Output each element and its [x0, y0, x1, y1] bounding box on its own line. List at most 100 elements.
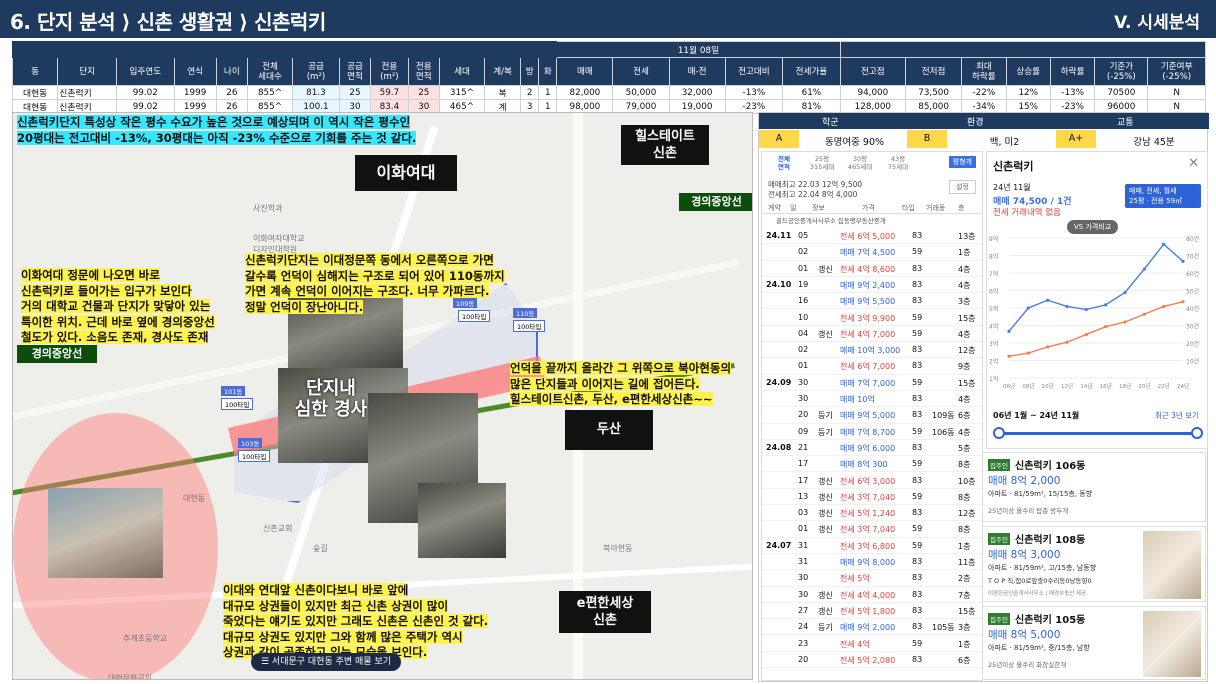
owner-badge: 집주인 — [988, 613, 1010, 625]
building-label: 103동 — [238, 438, 263, 448]
section-title: V. 시세분석 — [1114, 13, 1200, 33]
y-tick-label: 4억 — [989, 323, 998, 331]
list-cell: 6층 — [958, 411, 971, 421]
list-cell: 전세 5억 — [840, 574, 870, 584]
table-cell: -13% — [1049, 85, 1096, 100]
list-cell: 갱신 — [818, 606, 833, 616]
list-item[interactable]: 23 전세 4억 59 1층 — [762, 636, 982, 652]
x-tick-label: 24년 — [1177, 382, 1189, 390]
list-cell: 83 — [912, 573, 923, 583]
list-item[interactable]: 31 매매 9억 8,000 83 11층 — [762, 554, 982, 571]
list-cell: 15층 — [958, 313, 976, 323]
list-cell: 83 — [912, 279, 923, 289]
pyeong-button[interactable]: 평형개 — [948, 156, 976, 168]
table-cell: 복 — [484, 85, 522, 100]
slider-end-handle[interactable] — [1191, 427, 1203, 439]
listing-card[interactable]: 집주인 신촌럭키 108동 매매 8억 3,000 아파트 · 81/59m², 고/… — [982, 526, 1206, 602]
list-item[interactable]: 20 전세 5억 2,080 83 6층 — [762, 652, 982, 669]
list-cell: 30 — [798, 394, 809, 403]
list-item[interactable]: 01 갱신 전세 3억 7,040 59 8층 — [762, 521, 982, 538]
list-item[interactable]: 24 등기 매매 9억 2,000 83 105동 3층 — [762, 619, 982, 636]
list-item[interactable]: 24.11 05 전세 6억 5,000 83 13층 — [762, 228, 982, 245]
map-area[interactable]: 이화여대 정문대현동북아현동신촌교회이화여자대학교 디자인대학원사진학과숲길대현… — [12, 112, 753, 680]
list-item[interactable]: 02 매매 7억 4,500 59 1층 — [762, 244, 982, 261]
area-tab[interactable]: 30평 465세대 — [842, 155, 878, 171]
list-item[interactable]: 30 전세 5억 83 2층 — [762, 570, 982, 587]
list-item[interactable]: 30 매매 10억 83 4층 — [762, 391, 982, 408]
area-tab[interactable]: 25평 315세대 — [804, 155, 840, 171]
list-item[interactable]: 24.09 30 매매 7억 7,000 59 15층 — [762, 375, 982, 391]
list-cell: 04 — [798, 328, 809, 338]
list-col-header: 일 — [790, 204, 797, 212]
col-header: 입주연도 — [116, 57, 175, 86]
list-cell: 83 — [912, 622, 923, 632]
y2-tick-label: 20건 — [1186, 340, 1199, 348]
col-header: 전저점 — [905, 57, 963, 86]
area-tab[interactable]: 전체 면적 — [766, 155, 802, 171]
list-item[interactable]: 24.07 31 전세 3억 6,800 59 1층 — [762, 538, 982, 554]
map-place-label: 대현문화공원 — [108, 674, 153, 680]
list-cell: 4층 — [958, 280, 971, 290]
list-cell: 전세 3억 6,800 — [840, 541, 896, 551]
list-cell: 4층 — [958, 264, 971, 274]
list-item[interactable]: 13 갱신 전세 3억 7,040 59 8층 — [762, 489, 982, 506]
list-item[interactable]: 01 갱신 전세 4억 8,600 83 4층 — [762, 261, 982, 277]
list-item[interactable]: 17 갱신 전세 6억 3,000 83 10층 — [762, 473, 982, 489]
agents: 골드공인중개사사무소 집동명부동산중개 — [776, 217, 886, 225]
list-item[interactable]: 04 갱신 전세 4억 7,000 59 4층 — [762, 326, 982, 343]
data-point — [1104, 325, 1108, 329]
settings-button[interactable]: 설정 — [949, 180, 976, 194]
list-cell: 매매 10억 3,000 — [840, 346, 901, 356]
list-item[interactable]: 17 매매 8억 300 59 8층 — [762, 456, 982, 473]
area-tab[interactable]: 43평 75세대 — [880, 155, 916, 171]
list-cell: 8층 — [958, 525, 971, 535]
chart-type-select[interactable]: 매매, 전세, 월세 25평 · 전용 59㎡ — [1125, 184, 1201, 208]
range-slider[interactable] — [999, 432, 1197, 435]
list-item[interactable]: 10 전세 3억 9,900 59 15층 — [762, 310, 982, 326]
listing-card[interactable]: 집주인 신촌럭키 105동 매매 8억 5,000 아파트 · 81/59m², 중/… — [982, 606, 1206, 680]
list-cell: 59 — [912, 328, 923, 338]
list-item[interactable]: 20 등기 매매 9억 5,000 83 109동 6층 — [762, 407, 982, 424]
table-cell: 59.7 — [370, 85, 409, 100]
list-item[interactable]: 16 매매 9억 5,500 83 3층 — [762, 293, 982, 310]
col-header: 하락률 — [1049, 57, 1096, 86]
data-point — [1065, 340, 1069, 344]
col-header: 전체 세대수 — [246, 57, 294, 86]
listing-card[interactable]: 집주인 신촌럭키 106동 매매 8억 2,000 아파트 · 81/59m², 15… — [982, 452, 1206, 522]
list-cell: 30 — [798, 377, 809, 387]
list-item[interactable]: 30 갱신 전세 4억 4,000 83 7층 — [762, 587, 982, 603]
table-cell: N — [1147, 85, 1206, 100]
y-tick-label: 2억 — [989, 358, 998, 366]
list-item[interactable]: 24.10 19 매매 9억 2,400 83 4층 — [762, 277, 982, 294]
data-point — [1046, 345, 1050, 349]
photo-road — [418, 483, 506, 558]
x-tick-label: 12년 — [1061, 382, 1073, 390]
list-cell: 17 — [798, 459, 809, 469]
list-item[interactable]: 27 갱신 전세 5억 1,800 83 15층 — [762, 603, 982, 620]
y-tick-label: 7억 — [989, 270, 998, 278]
table-cell: 26 — [215, 85, 248, 100]
list-cell: 59 — [912, 459, 923, 469]
list-cell: 105동 — [932, 623, 955, 633]
list-item[interactable]: 24.08 21 매매 9억 6,000 83 5층 — [762, 440, 982, 457]
list-item[interactable]: 09 등기 매매 7억 8,700 59 106동 4층 — [762, 424, 982, 440]
list-cell: 전세 3억 7,040 — [840, 525, 896, 535]
list-cell: 83 — [912, 605, 923, 615]
list-item[interactable]: 03 갱신 전세 5억 1,240 83 12층 — [762, 505, 982, 522]
list-cell: 24.10 — [766, 279, 792, 289]
list-item[interactable]: 02 매매 10억 3,000 83 12층 — [762, 342, 982, 359]
list-cell: 15층 — [958, 606, 976, 616]
data-point — [1026, 351, 1030, 355]
building-label: 101동 — [221, 386, 246, 396]
slider-start-handle[interactable] — [993, 427, 1005, 439]
list-item[interactable]: 01 전세 6억 7,000 83 9층 — [762, 358, 982, 375]
photo-commercial — [48, 488, 163, 578]
nearby-listings-button[interactable]: ☰ 서대문구 대현동 주변 매물 보기 — [251, 653, 401, 671]
data-point — [1007, 329, 1011, 333]
close-icon[interactable]: ✕ — [1188, 156, 1199, 171]
list-cell: 83 — [912, 410, 923, 420]
recent-3y-button[interactable]: 최근 3년 보기 — [1155, 410, 1199, 421]
label-line-west: 경의중앙선 — [17, 345, 97, 363]
list-cell: 2층 — [958, 574, 971, 584]
list-cell: 9층 — [958, 362, 971, 372]
